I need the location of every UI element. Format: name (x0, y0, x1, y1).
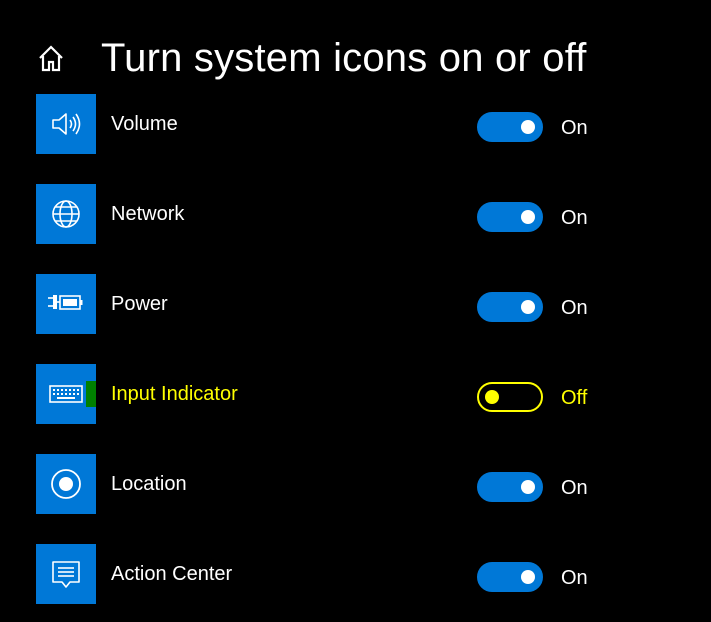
volume-tile (36, 94, 96, 154)
network-state-text: On (561, 207, 588, 229)
list-item-network: Network On (36, 184, 676, 244)
globe-icon (52, 200, 80, 228)
location-toggle[interactable] (477, 472, 543, 502)
input-indicator-label: Input Indicator (111, 383, 238, 405)
power-state-text: On (561, 297, 588, 319)
action-center-state-text: On (561, 567, 588, 589)
home-button[interactable] (34, 41, 68, 75)
action-center-tile (36, 544, 96, 604)
network-toggle[interactable] (477, 202, 543, 232)
battery-plug-icon (48, 295, 83, 310)
location-tile (36, 454, 96, 514)
input-indicator-toggle[interactable] (477, 382, 543, 412)
focus-accent (86, 381, 96, 407)
location-state-text: On (561, 477, 588, 499)
system-icons-list: Volume On Network On Power On Input Indi… (36, 94, 676, 622)
toggle-knob (521, 120, 535, 134)
toggle-knob (521, 210, 535, 224)
location-icon (51, 469, 81, 499)
page-title: Turn system icons on or off (101, 36, 587, 80)
volume-state-text: On (561, 117, 588, 139)
location-label: Location (111, 473, 187, 495)
list-item-action-center: Action Center On (36, 544, 676, 604)
list-item-input-indicator: Input Indicator Off (36, 364, 676, 424)
action-center-label: Action Center (111, 563, 233, 585)
list-item-volume: Volume On (36, 94, 676, 154)
power-label: Power (111, 293, 168, 315)
volume-label: Volume (111, 113, 178, 135)
input-indicator-state-text: Off (561, 387, 588, 409)
volume-icon (52, 113, 81, 135)
action-center-toggle[interactable] (477, 562, 543, 592)
volume-toggle[interactable] (477, 112, 543, 142)
keyboard-icon (49, 385, 83, 403)
home-icon (39, 45, 63, 72)
toggle-knob (485, 390, 499, 404)
input-indicator-tile (36, 364, 96, 424)
toggle-knob (521, 570, 535, 584)
power-tile (36, 274, 96, 334)
toggle-knob (521, 300, 535, 314)
settings-page: Turn system icons on or off Volume On Ne… (0, 0, 711, 622)
power-toggle[interactable] (477, 292, 543, 322)
action-center-icon (52, 561, 80, 588)
list-item-location: Location On (36, 454, 676, 514)
network-tile (36, 184, 96, 244)
network-label: Network (111, 203, 185, 225)
toggle-knob (521, 480, 535, 494)
list-item-power: Power On (36, 274, 676, 334)
